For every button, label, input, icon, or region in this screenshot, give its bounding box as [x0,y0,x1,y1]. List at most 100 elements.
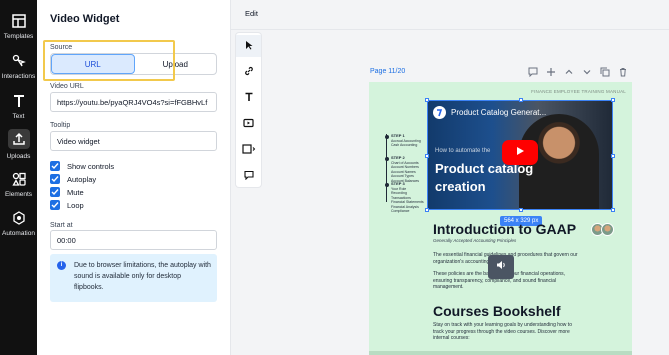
play-button[interactable] [502,140,538,165]
rail-item-automation[interactable]: Automation [0,205,37,241]
info-icon: i [57,261,66,270]
rail-item-uploads[interactable]: Uploads [0,126,37,162]
link-tool[interactable] [236,61,261,83]
rail-item-templates[interactable]: Templates [0,8,37,44]
interactions-icon [11,53,27,69]
avatar [601,223,614,236]
templates-icon [11,13,27,29]
timeline-dot [384,135,389,139]
step-line: Financial Analysis [391,204,419,209]
automation-icon [11,210,27,226]
page-indicator: Page 11/20 [370,68,406,75]
autoplay-info-box: i Due to browser limitations, the autopl… [50,254,217,302]
tooltip-input[interactable]: Video widget [50,131,217,151]
rail-label: Interactions [1,72,36,80]
step-line: Your Role [391,186,407,191]
add-page-icon[interactable] [545,66,557,78]
pointer-icon [244,37,254,55]
loop-checkbox[interactable]: Loop [50,200,84,210]
video-subtitle: How to automate the [435,148,491,154]
comment-tool[interactable] [236,165,261,187]
step-line: Financial Statements [391,200,424,204]
rail-label: Automation [2,229,35,237]
step-line: Account Names [391,169,416,174]
chevron-down-icon[interactable] [581,66,593,78]
step-title: STEP 2 [391,155,405,160]
mute-button[interactable] [488,255,514,279]
rail-label: Templates [3,32,34,40]
divider [231,29,669,30]
upload-icon [11,131,27,147]
checkmark-icon [50,187,60,197]
checkmark-icon [50,174,60,184]
step-line: Accrual Accounting [391,138,421,143]
step-line: Chart of Accounts [391,160,419,165]
start-at-input[interactable]: 00:00 [50,230,217,250]
rail-label: Elements [4,190,33,198]
video-headline: Product catalog creation [435,161,534,194]
checkbox-label: Show controls [67,161,115,171]
page-actions [527,66,629,78]
checkbox-label: Mute [67,187,84,197]
checkmark-icon [50,161,60,171]
intro-heading: Introduction to GAAP [433,221,577,237]
square-icon [241,141,256,159]
timeline-dot [384,157,389,161]
play-icon [514,144,526,162]
shape-tool[interactable] [236,139,261,161]
select-tool[interactable] [236,35,261,57]
text-icon [244,89,254,107]
mute-checkbox[interactable]: Mute [50,187,84,197]
comment-icon[interactable] [527,66,539,78]
elements-icon [11,171,27,187]
rail-label: Text [12,112,25,120]
duplicate-icon[interactable] [599,66,611,78]
step-title: STEP 3 [391,181,405,186]
trash-icon[interactable] [617,66,629,78]
text-icon [11,93,27,109]
step-line: Account Numbers [391,165,419,169]
step-1: STEP 1 Accrual Accounting Cash Accountin… [391,133,421,148]
step-line: Compliance [391,209,410,213]
video-url-input[interactable]: https://youtu.be/pyaQRJ4VO4s?si=fFGBHvLf [50,92,217,112]
video-header: Product Catalog Generat... [433,106,546,119]
info-text: Due to browser limitations, the autoplay… [74,262,211,291]
course-paragraph: Stay on track with your learning goals b… [433,322,572,341]
page-bottom-band [369,351,632,355]
comment-icon [243,167,254,185]
video-title: Product Catalog Generat... [451,108,547,117]
speaker-icon [495,258,507,276]
autoplay-checkbox[interactable]: Autoplay [50,174,96,184]
step-3: STEP 3 Your Role Recording Transactions … [391,181,426,214]
intro-subheading: Generally Accepted Accounting Principles [433,238,517,243]
checkbox-label: Loop [67,200,84,210]
collaborator-avatars [591,223,614,236]
show-controls-checkbox[interactable]: Show controls [50,161,114,171]
video-url-label: Video URL [50,83,84,90]
source-highlight [43,40,175,81]
editor-toolbar [236,33,261,187]
start-at-label: Start at [50,222,73,229]
text-tool[interactable] [236,87,261,109]
video-widget-panel: Video Widget Source URL Upload Video URL… [37,0,231,355]
step-2: STEP 2 Chart of Accounts Account Numbers… [391,155,419,183]
video-tool[interactable] [236,113,261,135]
edit-menu[interactable]: Edit [245,9,258,18]
course-heading: Courses Bookshelf [433,303,561,319]
step-line: Cash Accounting [391,143,418,147]
rail-label: Uploads [6,152,31,160]
rail-item-interactions[interactable]: Interactions [0,48,37,84]
chevron-up-icon[interactable] [563,66,575,78]
page-header: FINANCE EMPLOYEE TRAINING MANUAL [531,89,626,94]
video-widget[interactable]: Product Catalog Generat... How to automa… [427,100,613,210]
rail-item-text[interactable]: Text [0,88,37,124]
checkbox-label: Autoplay [67,174,97,184]
link-icon [244,63,254,81]
step-line: Account Types [391,174,414,178]
left-rail: Templates Interactions Text Uploads Elem… [0,0,37,355]
channel-logo-icon [433,106,446,119]
tooltip-label: Tooltip [50,122,71,129]
timeline-dot [384,183,389,187]
checkmark-icon [50,200,60,210]
rail-item-elements[interactable]: Elements [0,166,37,202]
